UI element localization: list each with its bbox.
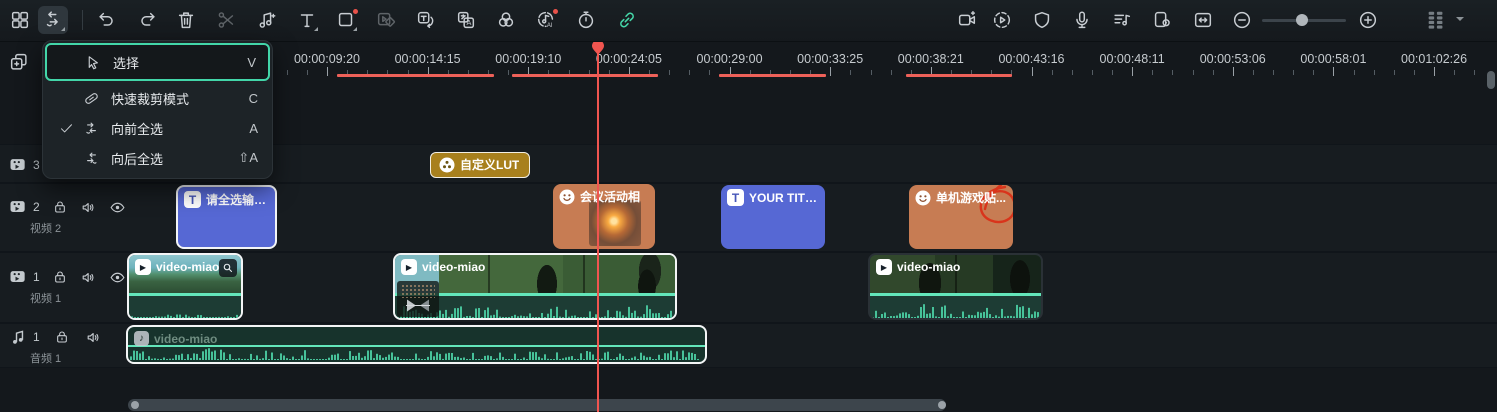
menu-item-label: 选择 [113,53,139,72]
menu-item-select-all-backward[interactable]: 向后全选 ⇧A [45,143,270,173]
clip-label: video-miao [156,260,219,274]
video-clip[interactable]: ▶ video-miao [868,253,1043,320]
zoom-in-button[interactable] [1354,6,1382,34]
link-icon[interactable] [613,6,641,34]
clip-label: YOUR TITL... [749,191,819,205]
menu-item-label: 快速裁剪模式 [111,89,189,108]
lut-clip[interactable]: 自定义LUT [430,152,530,178]
cursor-icon [85,54,113,71]
translate-icon[interactable]: A [452,6,480,34]
sticker-smiley-icon [915,190,931,206]
undo-button[interactable] [93,6,121,34]
text-clip-icon: T [727,189,744,206]
menu-item-shortcut: C [249,91,258,106]
track-height-caret-icon[interactable] [1456,17,1464,25]
video-clip[interactable]: ▶ video-miao [127,253,243,320]
clip-waveform [129,296,241,318]
play-icon: ▶ [401,259,417,275]
text-clip[interactable]: T YOUR TITL... [721,185,825,249]
timeline-toolbar: A AI [0,0,1497,42]
fit-timeline-icon[interactable] [1189,6,1217,34]
video-editor-timeline-panel: A AI [0,0,1497,412]
clip-label: 会议活动相 [580,188,640,205]
transition-icon[interactable] [397,281,439,317]
preview-device-icon[interactable] [1148,6,1176,34]
timer-speed-icon[interactable] [572,6,600,34]
scrollbar-right-handle[interactable] [938,401,946,409]
text-clip[interactable]: T 请全选输入... [176,185,277,249]
blend-icon[interactable] [492,6,520,34]
microphone-icon[interactable] [1068,6,1096,34]
clip-waveform [870,296,1041,318]
mask-icon[interactable] [372,6,400,34]
play-icon: ▶ [135,259,151,275]
menu-item-shortcut: V [247,55,256,70]
clip-label: video-miao [897,260,960,274]
sticker-clip[interactable]: 单机游戏贴... [909,185,1013,249]
playhead[interactable] [597,38,599,412]
sticker-smiley-icon [559,189,575,205]
video-clip[interactable]: ▶ video-miao [393,253,677,320]
shield-icon[interactable] [1028,6,1056,34]
menu-item-select[interactable]: 选择 V [45,43,270,81]
audio-clip[interactable]: ♪ video-miao [126,325,707,364]
track-height-icon[interactable] [1422,6,1450,34]
vertical-scrollbar[interactable] [1487,71,1495,89]
select-tool-dropdown-menu: 选择 V 快速裁剪模式 C 向前全选 A 向后全选 ⇧A [42,40,273,179]
clip-label: video-miao [154,332,217,346]
checkmark-icon [59,121,83,136]
text-clip-icon: T [184,191,201,208]
ai-audio-icon[interactable]: AI [532,6,560,34]
menu-item-select-all-forward[interactable]: 向前全选 A [45,113,270,143]
blade-icon [83,90,111,107]
select-backward-icon [83,150,111,167]
placeholder-frame-icon[interactable] [332,6,360,34]
preview-render-icon[interactable] [988,6,1016,34]
clip-label: video-miao [422,260,485,274]
menu-item-label: 向后全选 [111,149,163,168]
clip-label: 请全选输入... [206,191,269,208]
select-tool-button[interactable] [38,6,68,34]
text-tool-button[interactable] [293,6,321,34]
lut-icon [439,157,455,173]
svg-text:AI: AI [547,23,553,29]
menu-item-quick-trim[interactable]: 快速裁剪模式 C [45,83,270,113]
redo-button[interactable] [133,6,161,34]
menu-item-label: 向前全选 [111,119,163,138]
zoom-slider-handle[interactable] [1296,14,1308,26]
svg-text:A: A [466,18,471,27]
text-to-speech-icon[interactable] [412,6,440,34]
select-forward-icon [83,120,111,137]
menu-item-shortcut: A [249,121,258,136]
toolbar-divider [82,10,83,30]
freeze-frame-icon[interactable] [219,259,237,277]
scrollbar-left-handle[interactable] [131,401,139,409]
clip-label: 自定义LUT [460,156,519,173]
export-frame-icon[interactable] [953,6,981,34]
zoom-out-button[interactable] [1228,6,1256,34]
detach-audio-icon[interactable] [252,6,280,34]
music-note-icon: ♪ [134,331,149,346]
delete-icon[interactable] [172,6,200,34]
horizontal-scrollbar[interactable] [128,399,946,411]
play-icon: ▶ [876,259,892,275]
apps-grid-icon[interactable] [6,6,34,34]
scissors-icon[interactable] [212,6,240,34]
menu-item-shortcut: ⇧A [238,150,258,166]
clip-label: 单机游戏贴... [936,189,1006,206]
sticker-clip[interactable]: 会议活动相 [553,184,655,249]
audio-list-icon[interactable] [1108,6,1136,34]
